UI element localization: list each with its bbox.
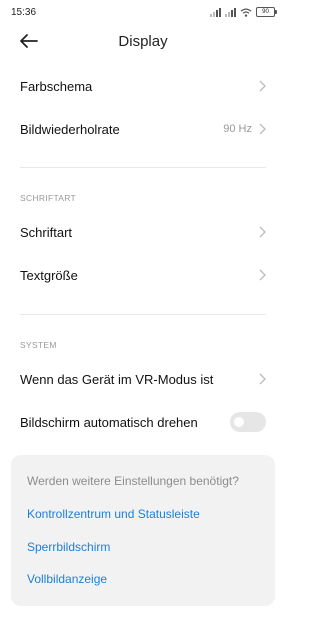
chevron-right-icon (259, 226, 266, 238)
link-vollbildanzeige[interactable]: Vollbildanzeige (27, 572, 107, 586)
divider (20, 167, 266, 168)
battery-icon: 90 (256, 7, 277, 17)
divider (20, 314, 266, 315)
status-bar: 15:36 90 (0, 0, 286, 26)
section-header: SYSTEM (20, 340, 57, 350)
status-icons: 90 (210, 7, 277, 17)
signal-icon (210, 7, 221, 17)
wifi-icon (240, 8, 252, 17)
row-label: Bildschirm automatisch drehen (20, 414, 198, 430)
chevron-right-icon (259, 80, 266, 92)
row-vr-modus[interactable]: Wenn das Gerät im VR-Modus ist (20, 359, 266, 399)
row-label: Schriftart (20, 224, 73, 240)
more-settings-card: Werden weitere Einstellungen benötigt? K… (11, 455, 275, 606)
chevron-right-icon (259, 373, 266, 385)
auto-rotate-toggle[interactable] (230, 412, 266, 432)
signal-icon (225, 7, 236, 17)
row-bildwiederholrate[interactable]: Bildwiederholrate 90 Hz (20, 109, 266, 149)
row-auto-rotate: Bildschirm automatisch drehen (20, 402, 266, 442)
row-label: Bildwiederholrate (20, 121, 120, 137)
row-label: Textgröße (20, 267, 78, 283)
row-textgroesse[interactable]: Textgröße (20, 255, 266, 295)
row-value: 90 Hz (223, 123, 252, 135)
row-farbschema[interactable]: Farbschema (20, 66, 266, 106)
chevron-right-icon (259, 269, 266, 281)
page-title: Display (118, 33, 168, 50)
status-time: 15:36 (11, 7, 37, 18)
header: Display (0, 26, 286, 58)
chevron-right-icon (259, 123, 266, 135)
row-label: Wenn das Gerät im VR-Modus ist (20, 371, 214, 387)
row-label: Farbschema (20, 78, 93, 94)
toggle-knob (234, 417, 244, 427)
row-schriftart[interactable]: Schriftart (20, 212, 266, 252)
link-kontrollzentrum[interactable]: Kontrollzentrum und Statusleiste (27, 507, 200, 521)
link-sperrbildschirm[interactable]: Sperrbildschirm (27, 540, 110, 554)
more-settings-question: Werden weitere Einstellungen benötigt? (27, 474, 239, 488)
section-header: SCHRIFTART (20, 193, 77, 203)
